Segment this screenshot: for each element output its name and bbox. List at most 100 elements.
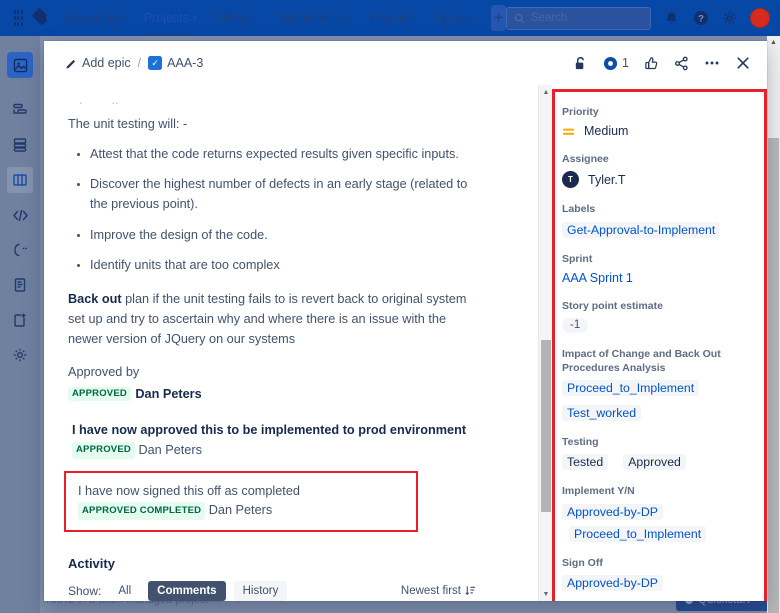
approver-name: Dan Peters bbox=[135, 387, 201, 401]
field-value: Proceed_to_Implement Test_worked bbox=[562, 380, 757, 421]
nav-item-your-work[interactable]: Your work ▾ bbox=[53, 0, 135, 36]
impact-chip[interactable]: Proceed_to_Implement bbox=[562, 380, 699, 396]
signoff-chip[interactable]: Approved-by-DP bbox=[562, 575, 663, 591]
list-item: Discover the highest number of defects i… bbox=[90, 175, 476, 214]
thumbs-up-icon[interactable] bbox=[644, 56, 659, 71]
field-value[interactable]: Medium bbox=[562, 124, 757, 138]
nav-item-dashboards[interactable]: Dashboards ▾ bbox=[267, 0, 361, 36]
chevron-down-icon: ▾ bbox=[253, 13, 258, 24]
sidebar-item-board[interactable] bbox=[7, 167, 33, 193]
add-epic-button[interactable]: Add epic bbox=[66, 56, 131, 70]
field-assignee: Assignee T Tyler.T bbox=[562, 152, 757, 188]
approval-statement-2-name: Dan Peters bbox=[209, 503, 272, 517]
story-point-value: -1 bbox=[562, 318, 588, 333]
field-value[interactable]: T Tyler.T bbox=[562, 171, 757, 188]
page-scroll-up-arrow[interactable]: ▲ bbox=[767, 36, 780, 49]
label-chip[interactable]: Get-Approval-to-Implement bbox=[562, 222, 720, 238]
list-item: Attest that the code returns expected re… bbox=[90, 145, 476, 165]
backout-text: plan if the unit testing fails to is rev… bbox=[68, 292, 466, 345]
field-value[interactable]: -1 bbox=[562, 318, 757, 333]
search-icon bbox=[514, 13, 525, 24]
description-intro: The unit testing will: - bbox=[68, 115, 476, 135]
sprint-link[interactable]: AAA Sprint 1 bbox=[562, 271, 633, 285]
more-options-icon[interactable] bbox=[704, 55, 720, 71]
field-story-point-estimate: Story point estimate -1 bbox=[562, 299, 757, 333]
nav-item-people[interactable]: People ▾ bbox=[361, 0, 426, 36]
watch-count: 1 bbox=[622, 56, 629, 70]
field-sprint: Sprint AAA Sprint 1 bbox=[562, 252, 757, 285]
jira-issue-modal-screen: You're in a team-managed project Quickst… bbox=[0, 0, 780, 613]
sidebar-item-roadmap[interactable] bbox=[7, 97, 33, 123]
scroll-thumb[interactable] bbox=[541, 340, 551, 512]
create-button[interactable]: + bbox=[491, 5, 506, 31]
activity-sort-button[interactable]: Newest first bbox=[401, 585, 476, 597]
activity-filter-history[interactable]: History bbox=[234, 581, 288, 601]
highlight-box-signoff: I have now signed this off as completed … bbox=[64, 471, 418, 532]
impact-chip[interactable]: Test_worked bbox=[562, 405, 641, 421]
watch-icon[interactable]: 1 bbox=[603, 56, 629, 71]
approved-by-label: Approved by bbox=[68, 365, 476, 379]
notifications-icon[interactable] bbox=[663, 10, 680, 27]
modal-content-scrollbar[interactable]: ▲ ▼ bbox=[538, 85, 552, 601]
issue-key-link[interactable]: ✓ AAA-3 bbox=[148, 56, 203, 70]
page-scroll-thumb[interactable] bbox=[768, 138, 779, 613]
app-switcher-icon[interactable] bbox=[14, 10, 23, 26]
activity-filter-row: Show: All Comments History Newest first bbox=[68, 581, 476, 601]
status-badge: APPROVED bbox=[72, 442, 135, 460]
testing-chip[interactable]: Tested bbox=[562, 454, 608, 470]
sidebar-item-code[interactable] bbox=[7, 202, 33, 228]
nav-label: Dashboards bbox=[276, 11, 343, 25]
field-value: Approved-by-DP bbox=[562, 504, 757, 520]
activity-filter-all[interactable]: All bbox=[109, 581, 140, 601]
scroll-down-arrow[interactable]: ▼ bbox=[539, 587, 553, 601]
approval-statement-1: I have now approved this to be implement… bbox=[68, 421, 476, 460]
page-scrollbar[interactable]: ▲ bbox=[767, 36, 780, 613]
unlock-icon[interactable] bbox=[573, 56, 588, 71]
chevron-down-icon: ▾ bbox=[121, 13, 126, 24]
settings-icon[interactable] bbox=[721, 10, 738, 27]
field-priority: Priority Medium bbox=[562, 105, 757, 138]
profile-avatar[interactable] bbox=[750, 8, 770, 28]
jira-logo-icon[interactable] bbox=[31, 9, 41, 27]
implement-chip[interactable]: Proceed_to_Implement bbox=[569, 526, 706, 542]
field-label: Sprint bbox=[562, 252, 757, 266]
modal-body: . .. The unit testing will: - Attest tha… bbox=[44, 85, 767, 601]
approval-statement-2: I have now signed this off as completed … bbox=[74, 482, 408, 521]
field-value: Approved-by-DP bbox=[562, 575, 757, 591]
field-label: Assignee bbox=[562, 152, 757, 166]
field-label: Testing bbox=[562, 435, 757, 449]
scroll-up-arrow[interactable]: ▲ bbox=[539, 85, 553, 99]
nav-item-filters[interactable]: Filters ▾ bbox=[206, 0, 267, 36]
breadcrumb-separator: / bbox=[138, 56, 141, 70]
sidebar-item-settings[interactable] bbox=[7, 342, 33, 368]
avatar: T bbox=[562, 171, 579, 188]
modal-header-actions: 1 bbox=[573, 55, 751, 71]
implement-chip[interactable]: Approved-by-DP bbox=[562, 504, 663, 520]
nav-item-apps[interactable]: Apps ▾ bbox=[426, 0, 481, 36]
backout-paragraph: Back out plan if the unit testing fails … bbox=[68, 290, 476, 349]
activity-filter-comments[interactable]: Comments bbox=[148, 581, 225, 601]
chevron-down-icon: ▾ bbox=[193, 13, 198, 24]
backout-label: Back out bbox=[68, 292, 122, 306]
sidebar-add-item-button[interactable] bbox=[7, 307, 33, 333]
nav-label: Apps bbox=[435, 11, 464, 25]
search-input[interactable]: Search bbox=[506, 7, 651, 30]
sidebar-item-backlog[interactable] bbox=[7, 132, 33, 158]
sidebar-project-avatar[interactable] bbox=[7, 52, 33, 78]
field-label: Labels bbox=[562, 202, 757, 216]
testing-chip[interactable]: Approved bbox=[623, 454, 686, 470]
close-icon[interactable] bbox=[735, 55, 751, 71]
field-value: Tested Approved bbox=[562, 454, 757, 470]
list-item: Improve the design of the code. bbox=[90, 226, 476, 246]
nav-label: Your work bbox=[62, 11, 117, 25]
modal-header: Add epic / ✓ AAA-3 bbox=[44, 41, 767, 85]
field-labels: Labels Get-Approval-to-Implement bbox=[562, 202, 757, 237]
share-icon[interactable] bbox=[674, 56, 689, 71]
approval-statement-1-name: Dan Peters bbox=[138, 443, 201, 457]
sidebar-item-pages[interactable] bbox=[7, 272, 33, 298]
priority-medium-icon bbox=[562, 125, 575, 138]
nav-item-projects[interactable]: Projects ▾ bbox=[135, 0, 207, 36]
breadcrumb: Add epic / ✓ AAA-3 bbox=[66, 56, 203, 70]
help-icon[interactable]: ? bbox=[692, 10, 709, 27]
sidebar-item-releases[interactable] bbox=[7, 237, 33, 263]
